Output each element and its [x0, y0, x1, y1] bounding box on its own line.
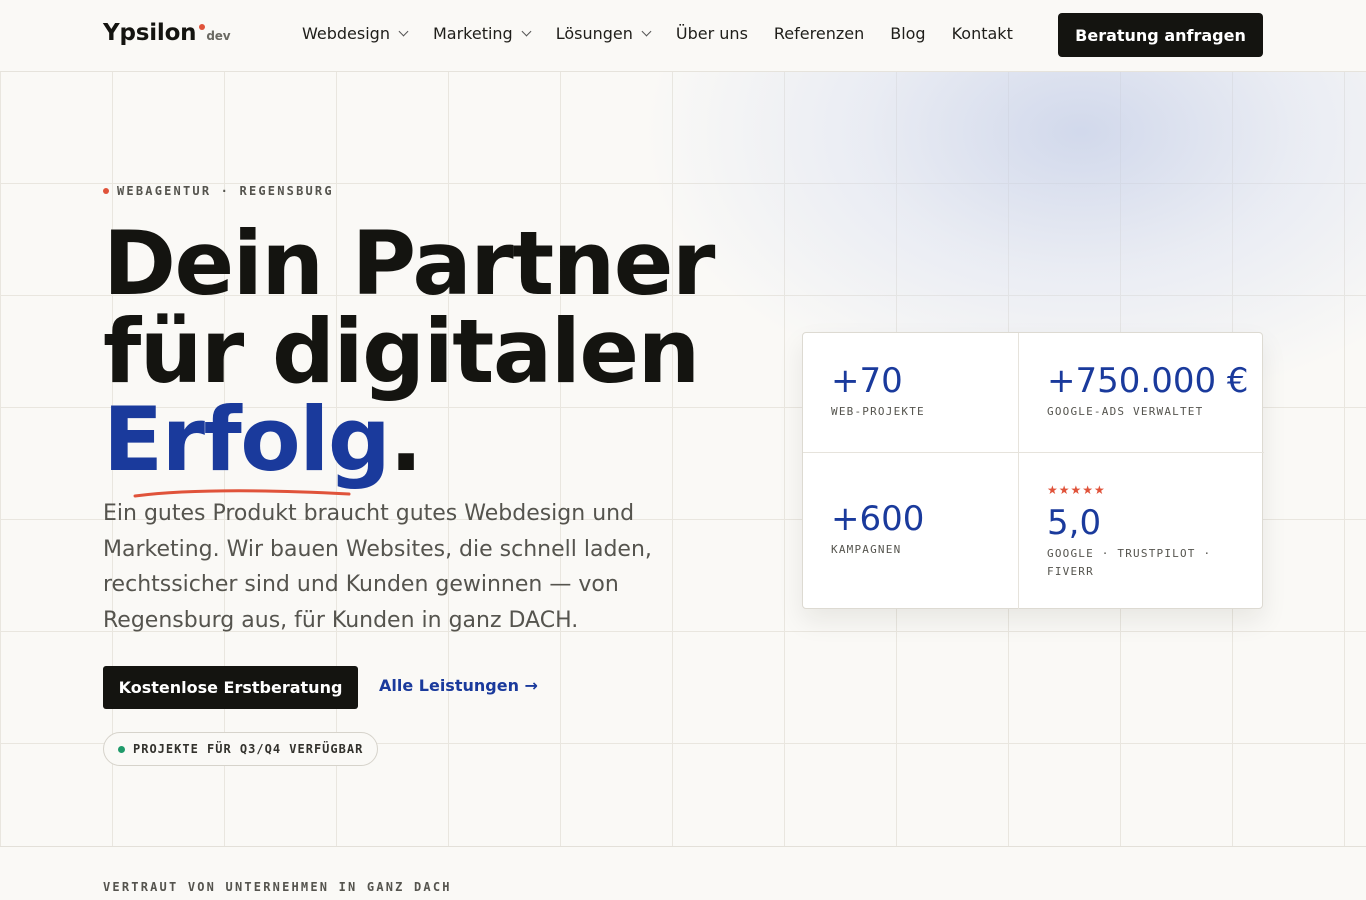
nav-item-marketing[interactable]: Marketing: [432, 24, 532, 43]
headline-line-2: für digitalen: [103, 300, 700, 403]
nav-item-label: Blog: [890, 24, 926, 43]
chevron-down-icon: [521, 26, 532, 37]
nav-item-label: Lösungen: [555, 24, 633, 43]
stats-card: +70 WEB-PROJEKTE +750.000 € GOOGLE-ADS V…: [802, 332, 1264, 609]
nav-item-ueber-uns[interactable]: Über uns: [676, 24, 748, 43]
nav-item-label: Marketing: [432, 24, 513, 43]
main-nav: Webdesign Marketing Lösungen Über uns Re…: [302, 24, 1039, 43]
stat-value: +600: [831, 499, 925, 539]
stat-label: KAMPAGNEN: [831, 543, 902, 556]
page-title: Dein Partner für digitalen Erfolg.: [103, 212, 715, 498]
consultation-request-button[interactable]: Beratung anfragen: [1058, 13, 1263, 57]
headline-period: .: [389, 388, 422, 491]
stat-value: 5,0: [1047, 503, 1102, 543]
chevron-down-icon: [398, 26, 409, 37]
nav-item-loesungen[interactable]: Lösungen: [555, 24, 652, 43]
hero-section: WEBAGENTUR · REGENSBURG Dein Partner für…: [0, 72, 1366, 847]
trust-heading: VERTRAUT VON UNTERNEHMEN IN GANZ DACH: [103, 880, 452, 894]
stat-value: +70: [831, 361, 903, 401]
headline-accent-wrap: Erfolg: [103, 388, 391, 498]
nav-item-label: Webdesign: [302, 24, 390, 43]
nav-item-referenzen[interactable]: Referenzen: [774, 24, 864, 43]
brand-name: Ypsilon: [103, 20, 197, 46]
star-icon: ★★★★★: [1047, 483, 1106, 497]
status-dot-icon: [118, 745, 125, 753]
stat-google-ads: +750.000 € GOOGLE-ADS VERWALTET: [1018, 333, 1264, 452]
eyebrow-text: WEBAGENTUR · REGENSBURG: [117, 184, 334, 198]
hero-lead-text: Ein gutes Produkt braucht gutes Webdesig…: [103, 501, 652, 633]
availability-text: PROJEKTE FÜR Q3/Q4 VERFÜGBAR: [133, 742, 364, 756]
nav-item-label: Über uns: [675, 24, 748, 43]
logo-dot-icon: [199, 24, 206, 30]
stat-campaigns: +600 KAMPAGNEN: [803, 452, 1018, 609]
chevron-down-icon: [641, 26, 652, 37]
hero-eyebrow: WEBAGENTUR · REGENSBURG: [103, 184, 334, 198]
availability-badge: PROJEKTE FÜR Q3/Q4 VERFÜGBAR: [103, 732, 379, 766]
free-consultation-button[interactable]: Kostenlose Erstberatung: [103, 666, 358, 709]
headline-line-1: Dein Partner: [103, 212, 715, 315]
headline-accent: Erfolg: [103, 388, 391, 491]
site-header: Ypsilon dev Webdesign Marketing Lösungen…: [0, 0, 1366, 72]
stat-label: GOOGLE · TRUSTPILOT · FIVERR: [1047, 547, 1212, 578]
stat-label: WEB-PROJEKTE: [831, 405, 925, 418]
brand-logo[interactable]: Ypsilon dev: [103, 20, 231, 46]
all-services-link[interactable]: Alle Leistungen →: [379, 676, 538, 695]
stat-rating: ★★★★★ 5,0 GOOGLE · TRUSTPILOT · FIVERR: [1018, 452, 1264, 609]
nav-item-label: Referenzen: [773, 24, 865, 43]
nav-item-blog[interactable]: Blog: [890, 24, 925, 43]
nav-item-kontakt[interactable]: Kontakt: [952, 24, 1013, 43]
stat-value: +750.000 €: [1047, 361, 1249, 401]
status-dot-icon: [103, 188, 109, 194]
headline-line-3: Erfolg.: [103, 396, 714, 498]
nav-item-label: Kontakt: [951, 24, 1013, 43]
stat-label: GOOGLE-ADS VERWALTET: [1047, 405, 1204, 418]
nav-item-webdesign[interactable]: Webdesign: [302, 24, 409, 43]
stat-web-projects: +70 WEB-PROJEKTE: [803, 333, 1018, 452]
brand-suffix: dev: [206, 29, 231, 43]
